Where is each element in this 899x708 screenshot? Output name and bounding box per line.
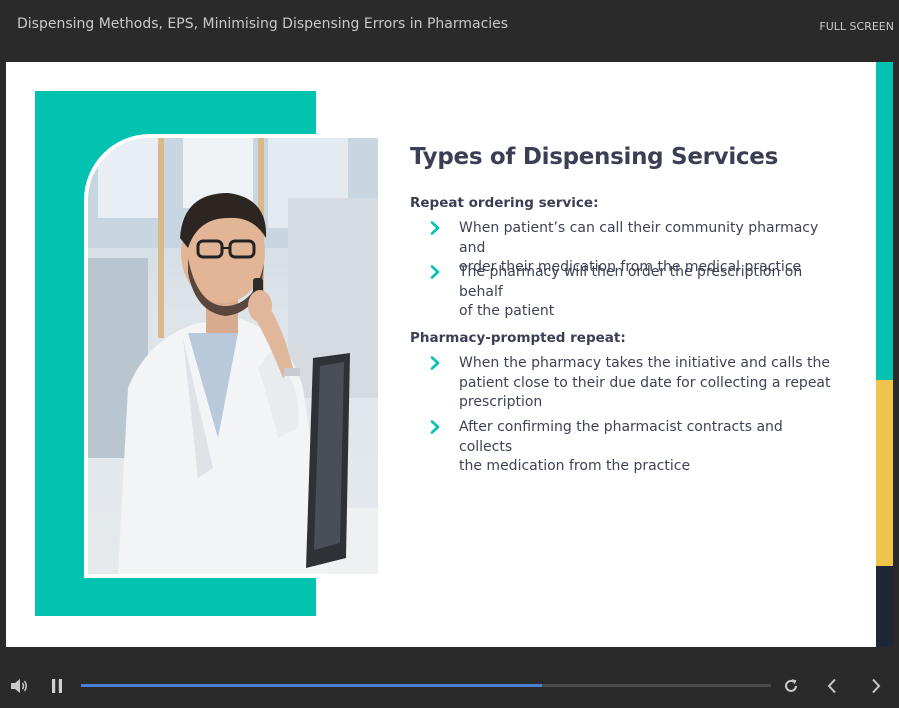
side-accent-strip: [876, 62, 893, 647]
chevron-right-icon: [430, 356, 440, 370]
section-title-pharmacy-prompted: Pharmacy-prompted repeat:: [410, 330, 626, 346]
course-title: Dispensing Methods, EPS, Minimising Disp…: [17, 16, 509, 32]
side-accent-teal: [876, 62, 893, 380]
bullet-line: When the pharmacy takes the initiative a…: [459, 355, 830, 371]
chevron-right-icon: [430, 420, 440, 434]
bullet-text: When the pharmacy takes the initiative a…: [459, 354, 839, 413]
player-controls: [0, 666, 899, 708]
slide-heading: Types of Dispensing Services: [410, 144, 778, 170]
next-icon[interactable]: [870, 678, 882, 694]
bullet-line: The pharmacy will then order the prescri…: [459, 264, 803, 300]
photo-frame: [84, 134, 382, 578]
bullet-line: the medication from the practice: [459, 458, 691, 474]
side-accent-navy: [876, 566, 893, 647]
chevron-right-icon: [430, 221, 440, 235]
previous-icon[interactable]: [826, 678, 838, 694]
bullet-text: After confirming the pharmacist contract…: [459, 418, 839, 477]
section-title-repeat-ordering: Repeat ordering service:: [410, 195, 599, 211]
bullet-line: After confirming the pharmacist contract…: [459, 419, 783, 455]
pharmacist-photo: [88, 138, 378, 574]
fullscreen-button[interactable]: FULL SCREEN: [819, 20, 894, 33]
pause-icon[interactable]: [51, 679, 63, 693]
replay-icon[interactable]: [783, 678, 799, 694]
bullet-line: of the patient: [459, 303, 555, 319]
progress-fill: [81, 684, 542, 687]
pharmacist-illustration: [88, 138, 378, 574]
slide: Types of Dispensing Services Repeat orde…: [6, 62, 876, 647]
side-accent-yellow: [876, 380, 893, 566]
bullet-line: patient close to their due date for coll…: [459, 374, 831, 391]
bullet-text: The pharmacy will then order the prescri…: [459, 263, 839, 322]
progress-track[interactable]: [81, 684, 771, 687]
bullet-line: prescription: [459, 394, 543, 410]
volume-icon[interactable]: [10, 678, 28, 694]
chevron-right-icon: [430, 265, 440, 279]
top-bar: Dispensing Methods, EPS, Minimising Disp…: [0, 0, 899, 62]
bullet-line: When patient’s can call their community …: [459, 220, 819, 256]
